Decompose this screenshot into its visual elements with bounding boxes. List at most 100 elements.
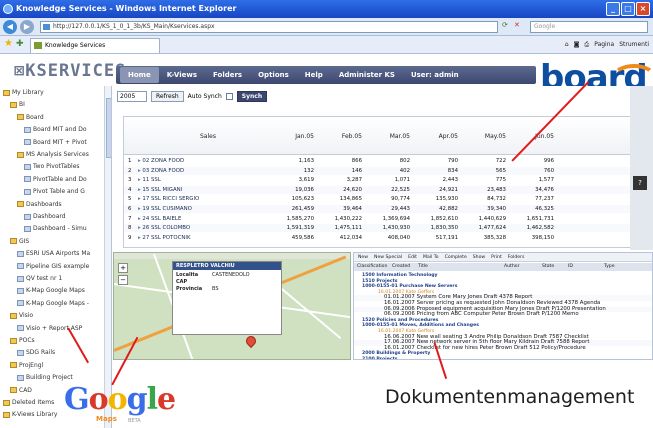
row-label[interactable]: 19 SSL CUSIMANO: [138, 205, 191, 213]
doc-column-header[interactable]: ID: [568, 263, 573, 271]
doc-toolbar-button[interactable]: Show: [473, 253, 485, 261]
row-label[interactable]: 15 SSL MIGANI: [138, 186, 182, 194]
scroll-thumb[interactable]: [106, 98, 111, 158]
grid-column-header[interactable]: Apr.05: [418, 133, 458, 140]
grid-column-header[interactable]: Feb.05: [322, 133, 362, 140]
sidebar-item[interactable]: Board MIT + Pivot: [24, 138, 87, 148]
sidebar-item[interactable]: Board MIT and Do: [24, 125, 87, 135]
table-row[interactable]: 1 02 ZONA FOOD 1,163 866 802 790 722 996: [124, 157, 642, 165]
row-label[interactable]: 11 SSL: [138, 176, 160, 184]
grid-column-header[interactable]: Mar.05: [370, 133, 410, 140]
search-input[interactable]: Google: [530, 21, 648, 33]
nav-administer[interactable]: Administer KS: [331, 71, 403, 79]
sidebar-item[interactable]: BI: [10, 100, 25, 110]
table-row[interactable]: 4 15 SSL MIGANI 19,036 24,620 22,525 24,921 23…: [124, 185, 642, 194]
sidebar-item[interactable]: Dashboard - Simu: [24, 224, 87, 234]
doc-toolbar-button[interactable]: Complete: [445, 253, 467, 261]
table-row[interactable]: 8 26 SSL COLOMBO 1,591,319 1,475,111 1,430,9…: [124, 224, 642, 233]
page-menu[interactable]: Pagina: [594, 39, 614, 51]
doc-toolbar-button[interactable]: New Special: [374, 253, 402, 261]
sidebar-item[interactable]: Visio + Report ASP: [17, 324, 82, 334]
google-map-panel[interactable]: + − RESPLETRO VALCHIU Localita CASTENEDOL…: [113, 252, 351, 360]
doc-column-header[interactable]: Title: [418, 263, 428, 271]
synch-button[interactable]: Synch: [236, 90, 268, 102]
sidebar-item[interactable]: SDG Rails: [17, 348, 55, 358]
doc-toolbar-button[interactable]: Print: [491, 253, 502, 261]
sidebar-item[interactable]: MS Analysis Services: [17, 150, 89, 160]
row-label[interactable]: 17 SSL RICCI SERGIO: [138, 195, 199, 203]
home-icon[interactable]: ⌂: [565, 39, 569, 51]
doc-column-header[interactable]: Created: [392, 263, 410, 271]
help-icon[interactable]: ?: [633, 176, 647, 190]
sidebar-item[interactable]: Pipeline GIS example: [17, 262, 89, 272]
refresh-button[interactable]: Refresh: [151, 90, 184, 102]
table-row[interactable]: 6 19 SSL CUSIMANO 261,459 39,464 29,443 42,88…: [124, 205, 642, 213]
table-row[interactable]: 3 11 SSL 3,619 3,287 1,071 2,443 775 1,577: [124, 176, 642, 184]
nav-folders[interactable]: Folders: [205, 71, 250, 79]
forward-arrow-icon[interactable]: ▶: [20, 20, 34, 34]
sidebar-item[interactable]: Two PivotTables: [24, 162, 80, 172]
sidebar-item[interactable]: Board: [17, 113, 44, 123]
map-marker-icon[interactable]: [243, 333, 259, 349]
nav-home[interactable]: Home: [120, 67, 159, 83]
right-scrollbar[interactable]: [630, 86, 653, 250]
sidebar-item[interactable]: QV test nr 1: [17, 274, 62, 284]
tools-menu[interactable]: Strumenti: [619, 39, 649, 51]
sidebar-item[interactable]: K-Map Google Maps: [17, 286, 85, 296]
row-label[interactable]: 03 ZONA FOOD: [138, 167, 184, 175]
sidebar-item[interactable]: Dashboard: [24, 212, 66, 222]
stop-icon[interactable]: ✕: [514, 21, 520, 29]
doc-column-header[interactable]: Type: [604, 263, 615, 271]
auto-synch-checkbox[interactable]: [225, 92, 233, 100]
grid-column-header[interactable]: Jan.05: [274, 133, 314, 140]
year-select[interactable]: 2005: [117, 90, 147, 102]
zoom-out-icon[interactable]: −: [118, 275, 128, 285]
table-row[interactable]: 2 03 ZONA FOOD 132 146 402 834 565 760: [124, 166, 642, 175]
row-label[interactable]: 24 SSL BAIELE: [138, 215, 181, 223]
url-input[interactable]: http://127.0.0.1/KS_1_0_1_3b/KS_Main/Kse…: [40, 21, 498, 33]
tab-knowledge-services[interactable]: Knowledge Services: [30, 38, 160, 53]
maximize-button[interactable]: □: [621, 2, 635, 16]
sidebar-item[interactable]: Deleted Items: [3, 398, 54, 408]
sidebar-item[interactable]: Dashboards: [17, 200, 62, 210]
doc-column-header[interactable]: State: [542, 263, 554, 271]
sidebar-item[interactable]: Pivot Table and G: [24, 187, 85, 197]
zoom-in-icon[interactable]: +: [118, 263, 128, 273]
doc-toolbar-button[interactable]: Mail To: [423, 253, 439, 261]
doc-toolbar-button[interactable]: Edit: [408, 253, 417, 261]
back-arrow-icon[interactable]: ◀: [3, 20, 17, 34]
sidebar-item[interactable]: PivotTable and Do: [24, 175, 87, 185]
sidebar-item[interactable]: K-Views Library: [3, 410, 57, 420]
nav-k-views[interactable]: K-Views: [159, 71, 205, 79]
favorites-star-icon[interactable]: ★: [4, 39, 13, 49]
doc-list-item[interactable]: 2100 Projects: [354, 357, 652, 359]
sidebar-item[interactable]: Visio: [10, 311, 33, 321]
feeds-icon[interactable]: ◙: [574, 39, 580, 51]
add-favorite-icon[interactable]: ✚: [16, 39, 24, 49]
row-label[interactable]: 27 SSL POTOCNIK: [138, 234, 190, 242]
table-row[interactable]: 5 17 SSL RICCI SERGIO 105,623 134,865 90,774…: [124, 195, 642, 203]
row-label[interactable]: 02 ZONA FOOD: [138, 157, 184, 165]
doc-column-header[interactable]: Author: [504, 263, 519, 271]
sidebar-item[interactable]: GIS: [10, 237, 29, 247]
table-row[interactable]: 7 24 SSL BAIELE 1,585,270 1,430,222 1,369,69…: [124, 215, 642, 223]
sidebar-item[interactable]: POCs: [10, 336, 35, 346]
refresh-icon[interactable]: ⟳: [502, 21, 508, 29]
print-icon[interactable]: ⎙: [584, 39, 589, 51]
sidebar-item[interactable]: My Library: [3, 88, 44, 98]
sidebar-scrollbar[interactable]: [104, 86, 111, 428]
doc-column-header[interactable]: Classification: [357, 263, 387, 271]
sidebar-item[interactable]: CAD: [10, 386, 32, 396]
table-row[interactable]: 9 27 SSL POTOCNIK 459,586 412,034 408,040 517…: [124, 234, 642, 242]
sidebar-item[interactable]: ESRI USA Airports Ma: [17, 249, 90, 259]
doc-toolbar-button[interactable]: New: [358, 253, 368, 261]
row-label[interactable]: 26 SSL COLOMBO: [138, 224, 190, 232]
nav-help[interactable]: Help: [297, 71, 331, 79]
grid-column-header[interactable]: May.05: [466, 133, 506, 140]
sidebar-item[interactable]: K-Map Google Maps -: [17, 299, 89, 309]
minimize-button[interactable]: _: [606, 2, 620, 16]
close-button[interactable]: ×: [636, 2, 650, 16]
doc-toolbar-button[interactable]: Folders: [508, 253, 525, 261]
sidebar-item[interactable]: ProjEngl: [10, 361, 43, 371]
nav-options[interactable]: Options: [250, 71, 297, 79]
